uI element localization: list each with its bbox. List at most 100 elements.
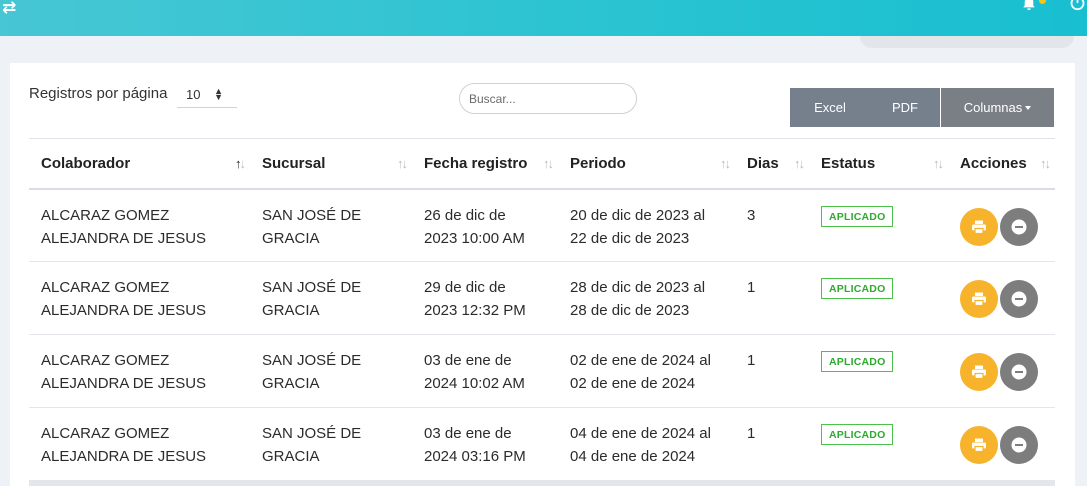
notification-dot [1039, 0, 1046, 4]
status-badge: APLICADO [821, 424, 894, 445]
cell-colaborador: ALCARAZ GOMEZ ALEJANDRA DE JESUS [29, 334, 250, 408]
cell-text: 29 de dic de [424, 279, 506, 296]
cell-text: ALEJANDRA DE JESUS [41, 448, 207, 465]
sort-icon: ↑↓ [794, 156, 805, 171]
print-button[interactable] [960, 207, 998, 246]
cell-text: SAN JOSÉ DE [262, 352, 362, 369]
cell-colaborador: ALCARAZ GOMEZ ALEJANDRA DE JESUS [29, 188, 250, 262]
pdf-export-label: PDF [892, 100, 918, 115]
cell-dias: 1 [735, 334, 809, 408]
cell-text: 1 [747, 279, 756, 296]
column-header-acciones[interactable]: Acciones ↑↓ [948, 138, 1055, 190]
cell-sucursal: SAN JOSÉ DE GRACIA [250, 334, 412, 408]
table-header-row: Colaborador ↑↓ Sucursal ↑↓ Fecha registro ↑… [29, 138, 1055, 190]
bell-icon[interactable] [1021, 0, 1037, 12]
cell-sucursal: SAN JOSÉ DE GRACIA [250, 261, 412, 335]
sort-icon: ↑↓ [235, 156, 246, 171]
table-row: ALCARAZ GOMEZ ALEJANDRA DE JESUS SAN JOSÉ… [29, 334, 1055, 408]
cell-text: 02 de ene de 2024 [570, 375, 696, 392]
cell-text: ALEJANDRA DE JESUS [41, 229, 207, 247]
minus-circle-icon [1011, 437, 1027, 453]
cell-estatus: APLICADO [809, 407, 948, 481]
sort-icon: ↑↓ [933, 156, 944, 171]
cell-periodo: 20 de dic de 2023 al 22 de dic de 2023 [558, 188, 735, 262]
cell-acciones [948, 261, 1055, 335]
column-header-sucursal[interactable]: Sucursal ↑↓ [250, 138, 412, 190]
columns-dropdown-button[interactable]: Columnas [941, 88, 1054, 127]
minus-circle-icon [1011, 219, 1027, 234]
cell-text: ALCARAZ GOMEZ [41, 352, 170, 369]
cell-estatus: APLICADO [809, 188, 948, 262]
remove-button[interactable] [1000, 426, 1038, 464]
cell-text: ALEJANDRA DE JESUS [41, 375, 207, 392]
table-row: ALCARAZ GOMEZ ALEJANDRA DE JESUS SAN JOSÉ… [29, 407, 1055, 481]
header-tab-shadow [860, 36, 1074, 48]
cell-text: 2024 03:16 PM [424, 448, 526, 465]
cell-dias: 3 [735, 188, 809, 262]
cell-text: 1 [747, 352, 756, 369]
cell-acciones [948, 188, 1055, 262]
column-header-estatus[interactable]: Estatus ↑↓ [809, 138, 948, 190]
per-page-select[interactable]: 10 ▲ ▼ [177, 83, 237, 108]
cell-text: GRACIA [262, 302, 320, 319]
cell-sucursal: SAN JOSÉ DE GRACIA [250, 407, 412, 481]
excel-export-button[interactable]: Excel [790, 88, 870, 127]
remove-button[interactable] [1000, 353, 1038, 391]
cell-text: GRACIA [262, 375, 320, 392]
cell-fecha-registro: 03 de ene de 2024 10:02 AM [412, 334, 558, 408]
top-navbar: ⇄ [0, 0, 1087, 36]
cell-dias: 1 [735, 261, 809, 335]
column-header-fecha-registro[interactable]: Fecha registro ↑↓ [412, 138, 558, 190]
remove-button[interactable] [1000, 280, 1038, 318]
pdf-export-button[interactable]: PDF [870, 88, 940, 127]
cell-acciones [948, 334, 1055, 408]
records-card: Registros por página 10 ▲▼ Excel PDF Col… [10, 63, 1075, 486]
cell-periodo: 04 de ene de 2024 al 04 de ene de 2024 [558, 407, 735, 481]
cell-sucursal: SAN JOSÉ DE GRACIA [250, 188, 412, 262]
cell-text: 28 de dic de 2023 [570, 302, 690, 319]
table-row: ALCARAZ GOMEZ ALEJANDRA DE JESUS SAN JOSÉ… [29, 188, 1055, 262]
cell-text: SAN JOSÉ DE [262, 206, 362, 224]
column-header-colaborador[interactable]: Colaborador ↑↓ [29, 138, 250, 190]
columns-dropdown-label: Columnas [963, 100, 1023, 115]
cell-text: GRACIA [262, 448, 320, 465]
excel-export-label: Excel [814, 100, 846, 115]
print-button[interactable] [960, 280, 998, 318]
sort-icon: ↑↓ [397, 156, 408, 171]
records-table: Colaborador ↑↓ Sucursal ↑↓ Fecha registro ↑… [29, 138, 1055, 481]
cell-estatus: APLICADO [809, 334, 948, 408]
cell-acciones [948, 407, 1055, 481]
cell-text: ALEJANDRA DE JESUS [41, 302, 207, 319]
remove-button[interactable] [1000, 207, 1038, 246]
cell-text: 22 de dic de 2023 [570, 229, 690, 247]
status-badge: APLICADO [821, 278, 894, 299]
minus-circle-icon [1011, 291, 1027, 307]
cell-text: 3 [747, 206, 756, 224]
status-badge: APLICADO [821, 351, 894, 372]
power-icon[interactable] [1069, 0, 1086, 11]
column-header-dias[interactable]: Dias ↑↓ [735, 138, 809, 190]
cell-text: 20 de dic de 2023 al [570, 206, 706, 224]
cell-text: 03 de ene de [424, 425, 512, 442]
print-icon [972, 365, 986, 379]
cell-text: ALCARAZ GOMEZ [41, 206, 170, 224]
search-input[interactable] [459, 83, 637, 114]
column-header-periodo[interactable]: Periodo ↑↓ [558, 138, 735, 190]
cell-text: 26 de dic de [424, 206, 506, 224]
per-page-value: 10 [186, 87, 201, 102]
cell-text: 2023 12:32 PM [424, 302, 526, 319]
cell-fecha-registro: 26 de dic de 2023 10:00 AM [412, 188, 558, 262]
cell-text: 02 de ene de 2024 al [570, 352, 711, 369]
cell-estatus: APLICADO [809, 261, 948, 335]
print-icon [972, 438, 986, 452]
table-row: ALCARAZ GOMEZ ALEJANDRA DE JESUS SAN JOSÉ… [29, 261, 1055, 335]
print-icon [972, 292, 986, 306]
swap-arrows-icon[interactable]: ⇄ [2, 0, 16, 18]
print-button[interactable] [960, 353, 998, 391]
cell-periodo: 02 de ene de 2024 al 02 de ene de 2024 [558, 334, 735, 408]
sort-icon: ↑↓ [720, 156, 731, 171]
select-caret-icon: ▲ ▼ [214, 86, 223, 102]
cell-fecha-registro: 29 de dic de 2023 12:32 PM [412, 261, 558, 335]
cell-text: 2024 10:02 AM [424, 375, 525, 392]
print-button[interactable] [960, 426, 998, 464]
